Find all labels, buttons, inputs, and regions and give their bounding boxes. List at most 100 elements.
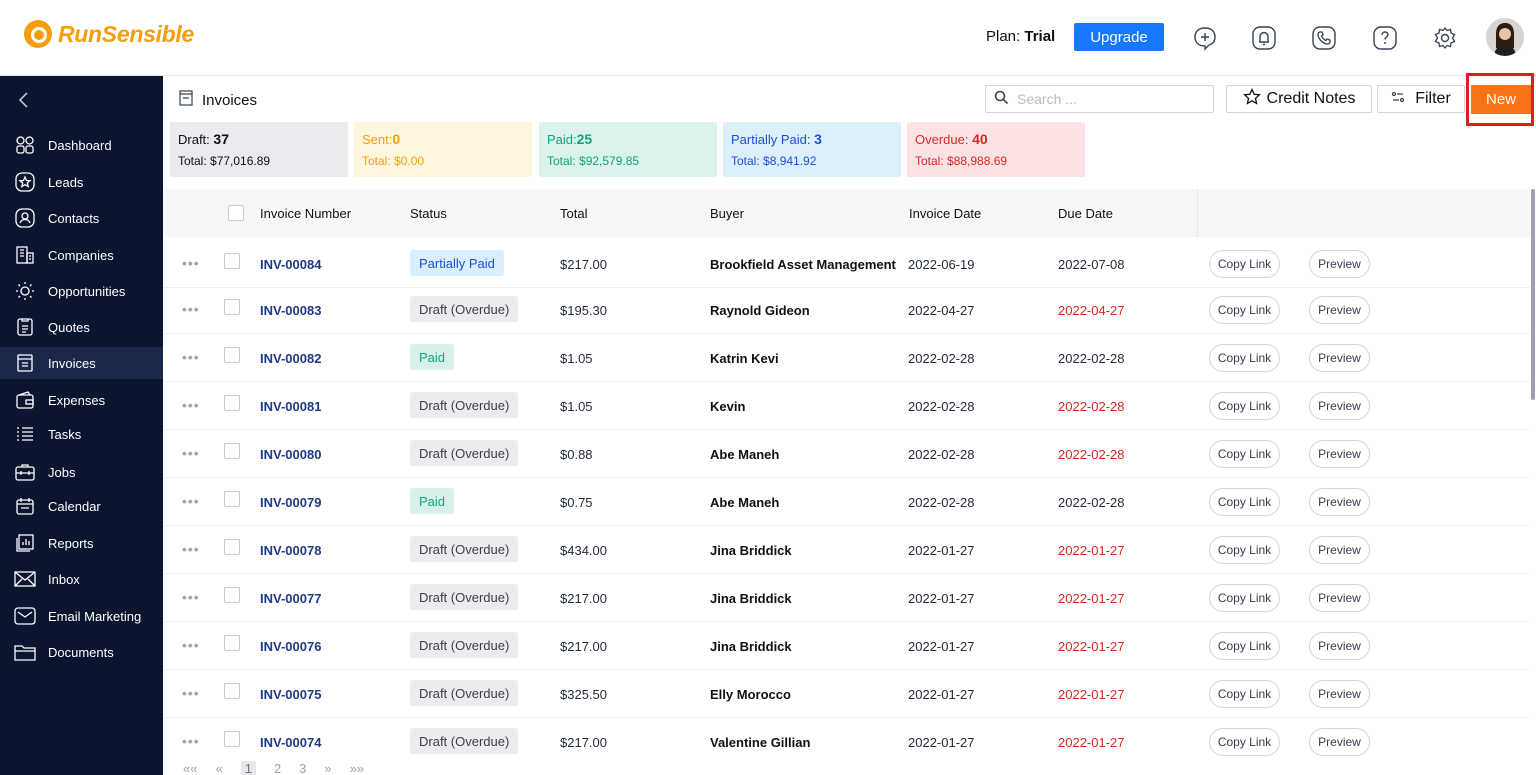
help-icon[interactable]: [1371, 24, 1399, 52]
row-checkbox[interactable]: [224, 731, 240, 747]
sidebar-item-expenses[interactable]: Expenses: [0, 384, 163, 416]
page-button[interactable]: 3: [299, 761, 306, 775]
first-page-button[interactable]: ««: [183, 761, 197, 775]
row-checkbox[interactable]: [224, 299, 240, 315]
row-checkbox[interactable]: [224, 491, 240, 507]
collapse-sidebar-icon[interactable]: [14, 90, 34, 110]
sidebar-item-quotes[interactable]: Quotes: [0, 311, 163, 343]
summary-card-overdue[interactable]: Overdue: 40 Total: $88,988.69: [907, 122, 1085, 177]
next-page-button[interactable]: »: [324, 761, 331, 775]
sidebar-item-calendar[interactable]: Calendar: [0, 490, 163, 522]
table-row[interactable]: ••• INV-00074 Draft (Overdue) $217.00 Va…: [163, 718, 1530, 766]
gear-icon[interactable]: [1431, 24, 1459, 52]
copy-link-button[interactable]: Copy Link: [1209, 728, 1280, 756]
preview-button[interactable]: Preview: [1309, 680, 1370, 708]
preview-button[interactable]: Preview: [1309, 728, 1370, 756]
preview-button[interactable]: Preview: [1309, 440, 1370, 468]
row-checkbox[interactable]: [224, 635, 240, 651]
invoice-number-link[interactable]: INV-00076: [260, 639, 321, 654]
row-actions-icon[interactable]: •••: [182, 397, 200, 413]
column-header[interactable]: Total: [560, 206, 587, 221]
row-checkbox[interactable]: [224, 443, 240, 459]
row-checkbox[interactable]: [224, 253, 240, 269]
copy-link-button[interactable]: Copy Link: [1209, 680, 1280, 708]
preview-button[interactable]: Preview: [1309, 392, 1370, 420]
sidebar-item-invoices[interactable]: Invoices: [0, 347, 163, 379]
row-actions-icon[interactable]: •••: [182, 255, 200, 271]
preview-button[interactable]: Preview: [1309, 250, 1370, 278]
copy-link-button[interactable]: Copy Link: [1209, 392, 1280, 420]
preview-button[interactable]: Preview: [1309, 632, 1370, 660]
invoice-number-link[interactable]: INV-00075: [260, 687, 321, 702]
summary-card-paid[interactable]: Paid:25 Total: $92,579.85: [539, 122, 717, 177]
column-header[interactable]: Invoice Number: [260, 206, 351, 221]
invoice-number-link[interactable]: INV-00081: [260, 399, 321, 414]
copy-link-button[interactable]: Copy Link: [1209, 632, 1280, 660]
new-invoice-button[interactable]: New: [1471, 85, 1531, 114]
column-header[interactable]: Due Date: [1058, 206, 1113, 221]
sidebar-item-documents[interactable]: Documents: [0, 636, 163, 668]
sidebar-item-companies[interactable]: Companies: [0, 239, 163, 271]
filter-button[interactable]: Filter: [1377, 85, 1465, 113]
row-actions-icon[interactable]: •••: [182, 685, 200, 701]
invoice-number-link[interactable]: INV-00083: [260, 303, 321, 318]
preview-button[interactable]: Preview: [1309, 584, 1370, 612]
invoice-number-link[interactable]: INV-00074: [260, 735, 321, 750]
invoice-number-link[interactable]: INV-00079: [260, 495, 321, 510]
table-row[interactable]: ••• INV-00079 Paid $0.75 Abe Maneh 2022-…: [163, 478, 1530, 526]
copy-link-button[interactable]: Copy Link: [1209, 250, 1280, 278]
copy-link-button[interactable]: Copy Link: [1209, 488, 1280, 516]
vertical-scrollbar[interactable]: [1531, 189, 1535, 400]
row-checkbox[interactable]: [224, 347, 240, 363]
phone-icon[interactable]: [1310, 24, 1338, 52]
credit-notes-button[interactable]: Credit Notes: [1226, 85, 1372, 113]
copy-link-button[interactable]: Copy Link: [1209, 296, 1280, 324]
summary-card-draft[interactable]: Draft: 37 Total: $77,016.89: [170, 122, 348, 177]
invoice-number-link[interactable]: INV-00077: [260, 591, 321, 606]
sidebar-item-jobs[interactable]: Jobs: [0, 456, 163, 488]
table-row[interactable]: ••• INV-00084 Partially Paid $217.00 Bro…: [163, 240, 1530, 288]
search-input[interactable]: [1017, 91, 1197, 107]
preview-button[interactable]: Preview: [1309, 488, 1370, 516]
sidebar-item-tasks[interactable]: Tasks: [0, 418, 163, 450]
row-actions-icon[interactable]: •••: [182, 349, 200, 365]
sidebar-item-leads[interactable]: Leads: [0, 166, 163, 198]
user-avatar[interactable]: [1486, 18, 1524, 56]
row-actions-icon[interactable]: •••: [182, 637, 200, 653]
logo[interactable]: RunSensible: [24, 20, 194, 48]
table-row[interactable]: ••• INV-00075 Draft (Overdue) $325.50 El…: [163, 670, 1530, 718]
row-checkbox[interactable]: [224, 539, 240, 555]
last-page-button[interactable]: »»: [350, 761, 364, 775]
summary-card-partially-paid[interactable]: Partially Paid: 3 Total: $8,941.92: [723, 122, 901, 177]
invoice-number-link[interactable]: INV-00078: [260, 543, 321, 558]
prev-page-button[interactable]: «: [215, 761, 222, 775]
column-header[interactable]: Status: [410, 206, 447, 221]
row-actions-icon[interactable]: •••: [182, 589, 200, 605]
copy-link-button[interactable]: Copy Link: [1209, 344, 1280, 372]
bell-icon[interactable]: [1250, 24, 1278, 52]
row-actions-icon[interactable]: •••: [182, 733, 200, 749]
preview-button[interactable]: Preview: [1309, 344, 1370, 372]
row-checkbox[interactable]: [224, 395, 240, 411]
sidebar-item-inbox[interactable]: Inbox: [0, 563, 163, 595]
copy-link-button[interactable]: Copy Link: [1209, 536, 1280, 564]
sidebar-item-reports[interactable]: Reports: [0, 527, 163, 559]
invoice-number-link[interactable]: INV-00082: [260, 351, 321, 366]
add-icon[interactable]: [1191, 24, 1219, 52]
sidebar-item-dashboard[interactable]: Dashboard: [0, 129, 163, 161]
invoice-number-link[interactable]: INV-00084: [260, 257, 321, 272]
table-row[interactable]: ••• INV-00076 Draft (Overdue) $217.00 Ji…: [163, 622, 1530, 670]
summary-card-sent[interactable]: Sent:0 Total: $0.00: [354, 122, 532, 177]
page-button[interactable]: 2: [274, 761, 281, 775]
upgrade-button[interactable]: Upgrade: [1074, 23, 1164, 51]
preview-button[interactable]: Preview: [1309, 536, 1370, 564]
row-actions-icon[interactable]: •••: [182, 301, 200, 317]
page-button[interactable]: 1: [240, 761, 256, 775]
preview-button[interactable]: Preview: [1309, 296, 1370, 324]
invoice-number-link[interactable]: INV-00080: [260, 447, 321, 462]
copy-link-button[interactable]: Copy Link: [1209, 584, 1280, 612]
table-row[interactable]: ••• INV-00077 Draft (Overdue) $217.00 Ji…: [163, 574, 1530, 622]
table-row[interactable]: ••• INV-00078 Draft (Overdue) $434.00 Ji…: [163, 526, 1530, 574]
row-actions-icon[interactable]: •••: [182, 541, 200, 557]
row-checkbox[interactable]: [224, 683, 240, 699]
